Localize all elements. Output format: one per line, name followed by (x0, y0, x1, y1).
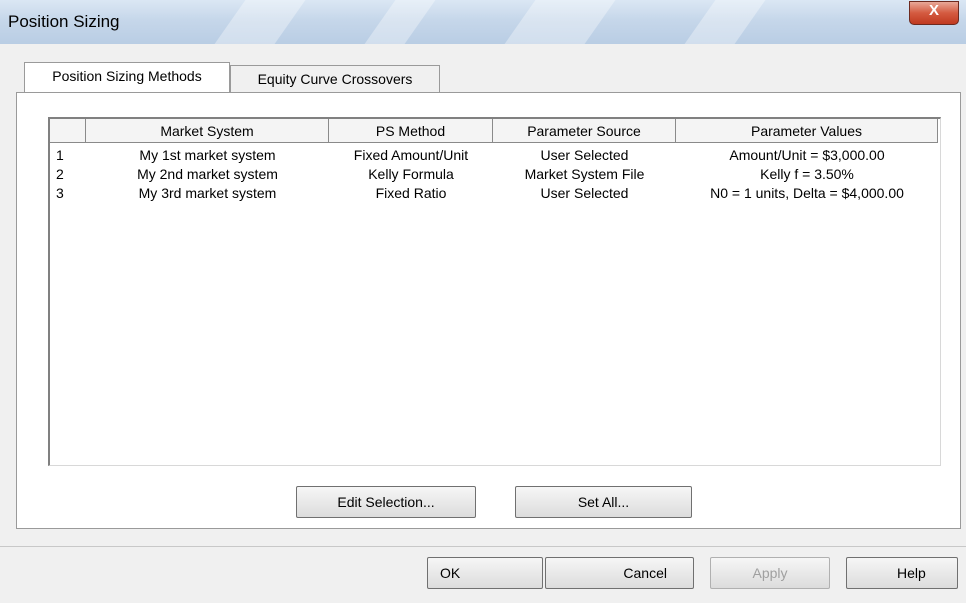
row-index: 3 (56, 185, 64, 201)
market-system-cell: My 1st market system (139, 147, 276, 163)
tab-equity-curve-crossovers[interactable]: Equity Curve Crossovers (230, 65, 440, 92)
parameter-values-cell: Amount/Unit = $3,000.00 (729, 147, 885, 163)
parameter-source-cell: User Selected (540, 185, 629, 201)
set-all-button[interactable]: Set All... (515, 486, 692, 518)
column-header-market-system[interactable]: Market System (86, 119, 329, 143)
column-header-parameter-source[interactable]: Parameter Source (493, 119, 676, 143)
ok-button[interactable]: OK (427, 557, 543, 589)
apply-button[interactable]: Apply (710, 557, 830, 589)
ps-method-cell: Kelly Formula (368, 166, 454, 182)
column-header-ps-method[interactable]: PS Method (329, 119, 493, 143)
close-icon: X (928, 2, 939, 19)
title-bar[interactable]: Position Sizing X (0, 0, 966, 44)
market-system-cell: My 2nd market system (137, 166, 278, 182)
table-row[interactable]: 2 My 2nd market system Kelly Formula Mar… (50, 166, 940, 185)
parameter-values-cell: Kelly f = 3.50% (760, 166, 854, 182)
position-sizing-dialog: Position Sizing X Position Sizing Method… (0, 0, 966, 603)
market-systems-table[interactable]: Market System PS Method Parameter Source… (48, 117, 941, 466)
parameter-source-cell: Market System File (524, 166, 645, 182)
market-system-cell: My 3rd market system (138, 185, 277, 201)
footer-divider (0, 546, 966, 547)
table-row[interactable]: 3 My 3rd market system Fixed Ratio User … (50, 185, 940, 204)
window-title: Position Sizing (8, 12, 120, 31)
help-button[interactable]: Help (846, 557, 958, 589)
edit-selection-button[interactable]: Edit Selection... (296, 486, 476, 518)
row-index: 1 (56, 147, 64, 163)
tab-label: Equity Curve Crossovers (257, 71, 413, 87)
tab-position-sizing-methods[interactable]: Position Sizing Methods (24, 62, 230, 92)
ps-method-cell: Fixed Ratio (375, 185, 447, 201)
close-button[interactable]: X (909, 1, 959, 25)
column-header-index[interactable] (50, 119, 86, 143)
row-index: 2 (56, 166, 64, 182)
column-header-parameter-values[interactable]: Parameter Values (676, 119, 938, 143)
ps-method-cell: Fixed Amount/Unit (353, 147, 469, 163)
parameter-source-cell: User Selected (540, 147, 629, 163)
tab-label: Position Sizing Methods (52, 68, 202, 84)
parameter-values-cell: N0 = 1 units, Delta = $4,000.00 (710, 185, 904, 201)
cancel-button[interactable]: Cancel (545, 557, 694, 589)
table-row[interactable]: 1 My 1st market system Fixed Amount/Unit… (50, 147, 940, 166)
